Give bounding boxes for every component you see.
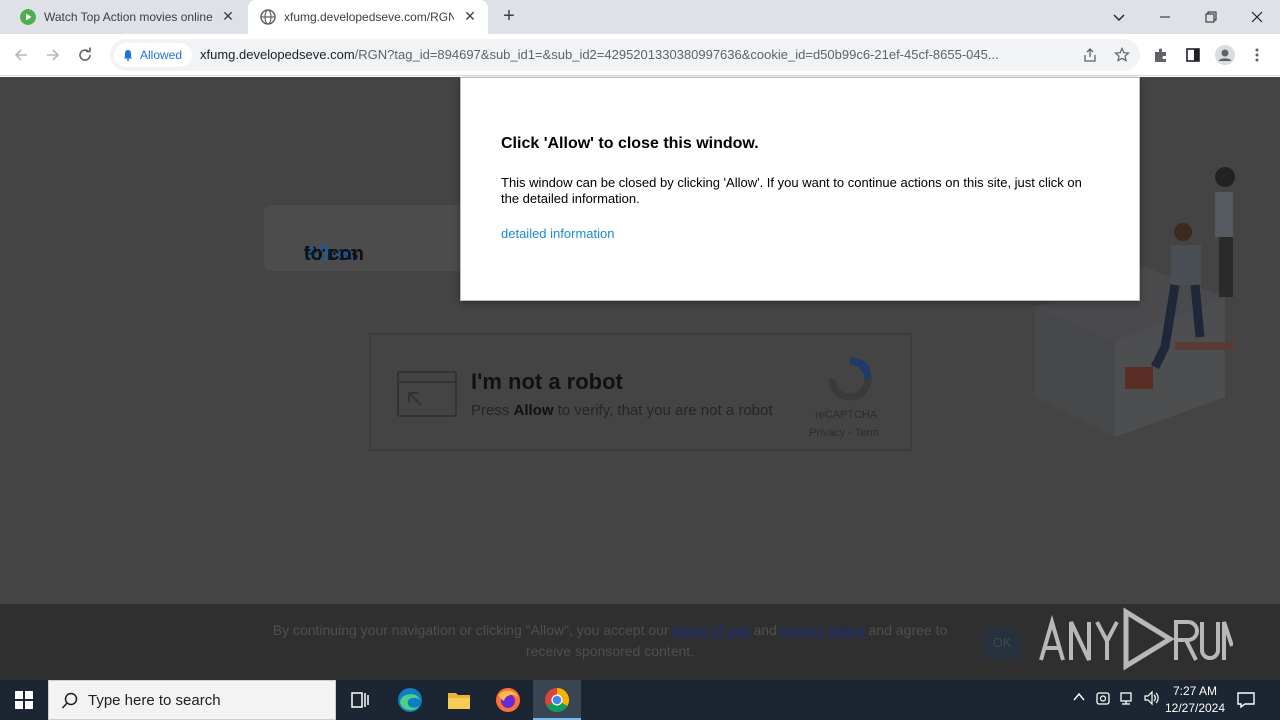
task-view-icon[interactable] xyxy=(336,680,384,720)
anyrun-logo xyxy=(1039,607,1233,671)
taskbar-search[interactable]: Type here to search xyxy=(48,680,336,720)
meet-now-icon[interactable] xyxy=(1094,690,1112,708)
browser-window-icon xyxy=(397,371,457,417)
minimize-icon[interactable] xyxy=(1152,4,1178,30)
robot-subtitle: Press Allow to verify, that you are not … xyxy=(471,402,773,419)
profile-avatar-icon[interactable] xyxy=(1214,44,1236,66)
share-icon[interactable] xyxy=(1080,45,1100,65)
reload-icon[interactable] xyxy=(72,42,98,68)
detailed-information-link[interactable]: detailed information xyxy=(501,226,614,241)
menu-kebab-icon[interactable] xyxy=(1246,44,1268,66)
volume-icon[interactable] xyxy=(1142,690,1160,708)
bookmark-star-icon[interactable] xyxy=(1112,45,1132,65)
forward-icon[interactable] xyxy=(40,42,66,68)
consent-text: By continuing your navigation or clickin… xyxy=(260,620,960,662)
back-icon[interactable] xyxy=(8,42,34,68)
recaptcha-label: reCAPTCHA xyxy=(815,409,878,421)
close-icon[interactable]: ✕ xyxy=(462,8,478,24)
firefox-icon[interactable] xyxy=(484,680,532,720)
robot-sub-prefix: Press xyxy=(471,402,514,419)
close-window-icon[interactable] xyxy=(1244,4,1270,30)
url-text[interactable]: xfumg.developedseve.com/RGN?tag_id=89469… xyxy=(200,47,1070,62)
search-icon xyxy=(61,692,78,709)
tab-strip: Watch Top Action movies online ✕ xfumg.d… xyxy=(0,0,1280,34)
url-path: /RGN?tag_id=894697&sub_id1=&sub_id2=4295… xyxy=(354,47,999,62)
tab-search-icon[interactable] xyxy=(1106,4,1132,30)
address-bar[interactable]: Allowed xfumg.developedseve.com/RGN?tag_… xyxy=(110,39,1140,71)
consent-text-part: By continuing your navigation or clickin… xyxy=(272,622,673,638)
url-host: xfumg.developedseve.com xyxy=(200,47,355,62)
taskbar-clock[interactable]: 7:27 AM 12/27/2024 xyxy=(1160,683,1230,717)
side-panel-icon[interactable] xyxy=(1182,44,1204,66)
windows-logo-icon xyxy=(15,691,33,709)
press-suffix: to con xyxy=(304,243,364,265)
globe-icon xyxy=(260,9,276,25)
edge-icon[interactable] xyxy=(386,680,434,720)
windows-taskbar: Type here to search 7:27 AM 12/27/2024 xyxy=(0,680,1280,720)
show-hidden-icons-icon[interactable] xyxy=(1070,690,1088,708)
browser-toolbar: Allowed xfumg.developedseve.com/RGN?tag_… xyxy=(0,34,1280,76)
allow-modal-dialog: Click 'Allow' to close this window. This… xyxy=(460,77,1140,301)
extensions-icon[interactable] xyxy=(1150,44,1172,66)
consent-text-part: and xyxy=(753,622,781,638)
close-icon[interactable]: ✕ xyxy=(220,8,236,24)
terms-of-use-link[interactable]: terms of use xyxy=(673,622,754,638)
tab-xfumg[interactable]: xfumg.developedseve.com/RGN ✕ xyxy=(248,0,488,34)
recaptcha-logo-icon xyxy=(828,357,872,401)
notification-center-icon[interactable] xyxy=(1236,690,1258,710)
modal-title: Click 'Allow' to close this window. xyxy=(501,135,759,152)
search-placeholder: Type here to search xyxy=(88,692,221,709)
tab-title: Watch Top Action movies online xyxy=(44,10,213,24)
bell-icon xyxy=(124,50,132,61)
robot-title: I'm not a robot xyxy=(471,369,623,394)
restore-icon[interactable] xyxy=(1198,4,1224,30)
robot-sub-suffix: to verify, that you are not a robot xyxy=(553,402,773,419)
clock-time: 7:27 AM xyxy=(1172,684,1218,698)
play-icon xyxy=(20,9,36,25)
new-tab-button[interactable]: + xyxy=(498,6,520,28)
tab-watch-movies[interactable]: Watch Top Action movies online ✕ xyxy=(8,0,246,34)
fake-captcha-box[interactable]: I'm not a robot Press Allow to verify, t… xyxy=(369,333,912,451)
notification-permission-chip[interactable]: Allowed xyxy=(114,43,193,67)
start-button[interactable] xyxy=(0,680,48,720)
modal-body: This window can be closed by clicking 'A… xyxy=(501,175,1082,206)
chrome-icon[interactable] xyxy=(533,680,581,720)
permission-chip-label: Allowed xyxy=(140,48,183,62)
network-icon[interactable] xyxy=(1118,690,1136,708)
clock-date: 12/27/2024 xyxy=(1164,701,1226,715)
tab-title: xfumg.developedseve.com/RGN xyxy=(284,10,454,24)
recaptcha-links[interactable]: Privacy - Term xyxy=(809,427,879,439)
robot-sub-allow: Allow xyxy=(513,402,554,419)
privacy-policy-link[interactable]: privacy policy xyxy=(781,622,869,638)
ok-button[interactable]: OK xyxy=(983,627,1021,659)
file-explorer-icon[interactable] xyxy=(435,680,483,720)
